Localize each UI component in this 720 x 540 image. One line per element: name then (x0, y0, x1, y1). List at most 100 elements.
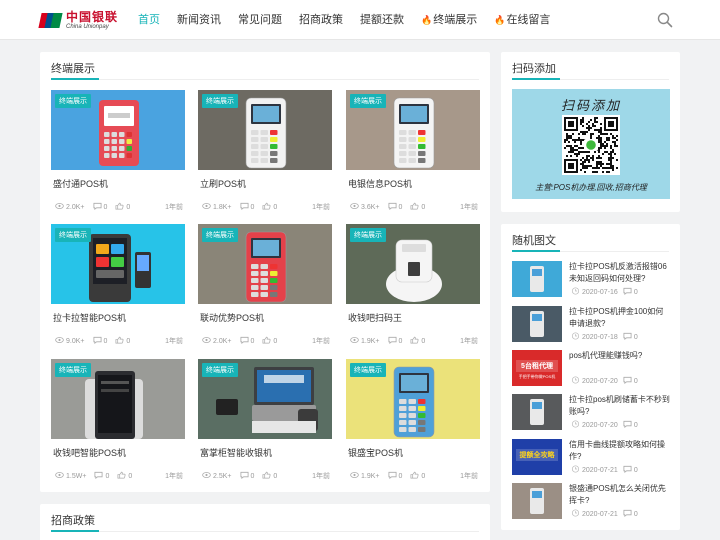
fire-icon: 🔥 (494, 15, 506, 25)
unionpay-logo[interactable]: 中国银联 China Unionpay (38, 9, 118, 31)
product-image[interactable]: 终端展示 (51, 359, 185, 439)
post-title[interactable]: 拉卡拉POS机反激活报错06未知返回码如何处理? (569, 261, 671, 285)
views-count: 2.5K+ (213, 472, 232, 480)
search-icon[interactable] (656, 11, 674, 29)
category-badge[interactable]: 终端展示 (55, 363, 91, 377)
thumbs-up-icon[interactable] (262, 202, 271, 212)
product-image[interactable]: 终端展示 (346, 224, 480, 304)
category-badge[interactable]: 终端展示 (202, 228, 238, 242)
product-name[interactable]: 富掌柜智能收银机 (200, 446, 272, 459)
product-card[interactable]: 终端展示 立刷POS机 1.8K+ 0 0 1年前 (198, 90, 332, 215)
product-card[interactable]: 终端展示 收钱吧智能POS机 1.5W+ 0 0 1年前 (51, 359, 185, 484)
category-badge[interactable]: 终端展示 (350, 228, 386, 242)
post-title[interactable]: 拉卡拉pos机刷储蓄卡不秒到账吗? (569, 394, 671, 418)
product-name[interactable]: 电银信息POS机 (348, 177, 412, 190)
likes-stat[interactable]: 0 (408, 202, 425, 212)
product-name[interactable]: 盛付通POS机 (53, 177, 108, 190)
post-time: 1年前 (312, 338, 330, 345)
random-post-item[interactable]: 5台租代理 手把手带你做POS机 pos机代理能赚钱吗? 2020-07-20 … (512, 350, 670, 386)
thumbs-up-icon[interactable] (115, 202, 124, 212)
category-badge[interactable]: 终端展示 (55, 94, 91, 108)
product-image[interactable]: 终端展示 (198, 359, 332, 439)
comment-icon (92, 202, 102, 212)
category-badge[interactable]: 终端展示 (202, 363, 238, 377)
product-image[interactable]: 终端展示 (198, 90, 332, 170)
qr-code-icon (562, 115, 620, 175)
thumbs-up-icon[interactable] (410, 336, 419, 346)
product-card[interactable]: 终端展示 银盛宝POS机 1.9K+ 0 0 1年前 (346, 359, 480, 484)
category-badge[interactable]: 终端展示 (350, 94, 386, 108)
thumbs-up-icon[interactable] (262, 336, 271, 346)
product-card[interactable]: 终端展示 盛付通POS机 2.0K+ 0 0 1年前 (51, 90, 185, 215)
eye-icon (350, 202, 359, 212)
likes-stat[interactable]: 0 (408, 471, 425, 481)
product-image[interactable]: 终端展示 (51, 90, 185, 170)
post-thumbnail[interactable]: 提额全攻略 (512, 439, 562, 475)
product-name[interactable]: 拉卡拉智能POS机 (53, 311, 126, 324)
nav-item-2[interactable]: 常见问题 (230, 0, 290, 40)
random-post-item[interactable]: 拉卡拉pos机刷储蓄卡不秒到账吗? 2020-07-20 0 (512, 394, 670, 430)
nav-item-1[interactable]: 新闻资讯 (169, 0, 229, 40)
random-post-item[interactable]: 拉卡拉POS机押金100如何申请退款? 2020-07-18 0 (512, 306, 670, 342)
likes-stat[interactable]: 0 (408, 336, 425, 346)
post-thumbnail[interactable] (512, 261, 562, 297)
nav-item-4[interactable]: 提额还款 (352, 0, 412, 40)
nav-item-3[interactable]: 招商政策 (291, 0, 351, 40)
category-badge[interactable]: 终端展示 (350, 363, 386, 377)
likes-stat[interactable]: 0 (115, 471, 132, 481)
likes-count: 0 (128, 472, 133, 480)
likes-stat[interactable]: 0 (260, 336, 277, 346)
post-title[interactable]: 信用卡曲线提额攻略如何操作? (569, 439, 671, 463)
comments-stat: 0 (386, 471, 402, 481)
product-image[interactable]: 终端展示 (51, 224, 185, 304)
nav-item-6[interactable]: 🔥在线留言 (486, 0, 558, 40)
product-image[interactable]: 终端展示 (346, 359, 480, 439)
likes-stat[interactable]: 0 (113, 336, 130, 346)
product-image[interactable]: 终端展示 (198, 224, 332, 304)
post-title[interactable]: pos机代理能赚钱吗? (569, 350, 671, 362)
likes-stat[interactable]: 0 (113, 202, 130, 212)
comment-icon (623, 287, 632, 297)
post-comments: 0 (633, 333, 638, 341)
post-title[interactable]: 拉卡拉POS机押金100如何申请退款? (569, 306, 671, 330)
views-stat: 2.0K+ (53, 202, 85, 212)
post-title[interactable]: 银盛通POS机怎么关闭优先挥卡? (569, 483, 671, 507)
post-thumbnail[interactable]: 5台租代理 手把手带你做POS机 (512, 350, 562, 386)
nav-label: 招商政策 (299, 14, 343, 26)
nav-item-0[interactable]: 首页 (130, 0, 168, 40)
nav-item-5[interactable]: 🔥终端展示 (413, 0, 485, 40)
category-badge[interactable]: 终端展示 (55, 228, 91, 242)
thumbs-up-icon[interactable] (410, 471, 419, 481)
views-count: 9.0K+ (66, 337, 85, 345)
random-post-item[interactable]: 拉卡拉POS机反激活报错06未知返回码如何处理? 2020-07-16 0 (512, 261, 670, 297)
product-name[interactable]: 联动优势POS机 (200, 311, 264, 324)
product-image[interactable]: 终端展示 (346, 90, 480, 170)
product-name[interactable]: 收钱吧扫码王 (348, 311, 402, 324)
thumbs-up-icon[interactable] (117, 471, 126, 481)
random-post-item[interactable]: 银盛通POS机怎么关闭优先挥卡? 2020-07-21 0 (512, 483, 670, 519)
policy-card: 招商政策 (40, 504, 490, 540)
product-card[interactable]: 终端展示 富掌柜智能收银机 2.5K+ 0 0 1年前 (198, 359, 332, 484)
likes-stat[interactable]: 0 (260, 202, 277, 212)
thumbs-up-icon[interactable] (115, 336, 124, 346)
product-name[interactable]: 立刷POS机 (200, 177, 246, 190)
post-thumbnail[interactable] (512, 394, 562, 430)
random-post-item[interactable]: 提额全攻略 信用卡曲线提额攻略如何操作? 2020-07-21 0 (512, 439, 670, 475)
thumbs-up-icon[interactable] (262, 471, 271, 481)
product-meta: 1.8K+ 0 0 1年前 (200, 202, 332, 212)
views-stat: 1.8K+ (200, 202, 232, 212)
nav-label: 常见问题 (238, 14, 282, 26)
post-thumbnail[interactable] (512, 306, 562, 342)
product-card[interactable]: 终端展示 收钱吧扫码王 1.9K+ 0 0 1年前 (346, 224, 480, 349)
thumbs-up-icon[interactable] (410, 202, 419, 212)
product-name[interactable]: 收钱吧智能POS机 (53, 446, 126, 459)
product-card[interactable]: 终端展示 拉卡拉智能POS机 9.0K+ 0 0 1年前 (51, 224, 185, 349)
clock-icon (571, 509, 580, 519)
post-thumbnail[interactable] (512, 483, 562, 519)
product-name[interactable]: 银盛宝POS机 (348, 446, 403, 459)
category-badge[interactable]: 终端展示 (202, 94, 238, 108)
likes-stat[interactable]: 0 (260, 471, 277, 481)
product-card[interactable]: 终端展示 联动优势POS机 2.0K+ 0 0 1年前 (198, 224, 332, 349)
product-card[interactable]: 终端展示 电银信息POS机 3.6K+ 0 0 1年前 (346, 90, 480, 215)
eye-icon (202, 336, 211, 346)
